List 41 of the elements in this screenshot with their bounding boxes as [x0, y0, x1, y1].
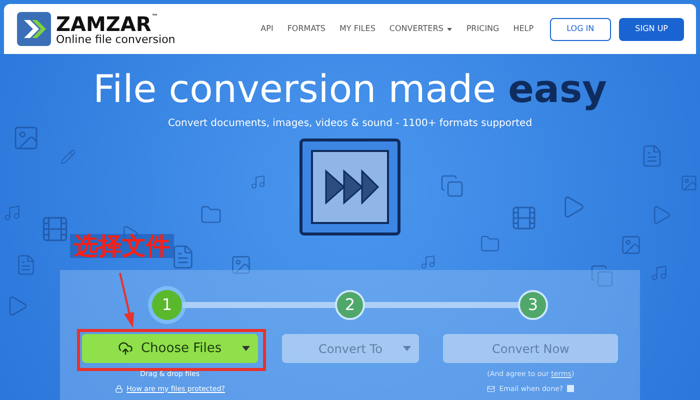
doodle-icon [60, 149, 76, 165]
logo-icon [16, 11, 52, 47]
choose-files-button[interactable]: Choose Files [82, 334, 258, 363]
step-marker: 3 [518, 290, 548, 320]
doodle-icon [40, 214, 70, 244]
doodle-icon [480, 234, 500, 254]
doodle-icon [250, 174, 266, 190]
logo-tagline: Online file conversion [56, 34, 176, 44]
caret-icon [242, 346, 250, 351]
doodle-icon [420, 254, 436, 270]
nav-link[interactable]: HELP [513, 23, 534, 35]
annotation-label: 选择文件 [70, 234, 174, 258]
doodle-icon [230, 254, 252, 276]
nav-link[interactable]: MY FILES [340, 23, 376, 35]
log-in-button[interactable]: LOG IN [550, 18, 612, 40]
sign-up-button[interactable]: SIGN UP [619, 18, 684, 40]
nav-link[interactable]: CONVERTERS [389, 23, 452, 35]
upload-icon [118, 341, 133, 356]
logo-wordmark: ZAMZAR [56, 14, 152, 34]
hero-subtitle: Convert documents, images, videos & sound - 1100+ formats supported [168, 117, 532, 131]
caret-icon [403, 346, 412, 351]
lock-icon [114, 384, 123, 393]
step-marker: 1 [152, 290, 182, 320]
nav-link[interactable]: FORMATS [287, 23, 326, 35]
nav-link[interactable]: PRICING [466, 23, 500, 35]
doodle-icon [15, 254, 37, 276]
caret-icon [447, 28, 452, 30]
doodle-icon [590, 264, 614, 288]
doodle-icon [620, 234, 642, 256]
doodle-icon [3, 204, 21, 222]
mail-icon [487, 384, 496, 393]
doodle-icon [680, 174, 698, 192]
doodle-icon [200, 204, 222, 226]
step-marker: 2 [335, 290, 365, 320]
email-checkbox[interactable] [567, 385, 574, 392]
hero-title: File conversion made easy [93, 70, 607, 108]
doodle-icon [12, 124, 40, 152]
nav-link[interactable]: API [260, 23, 274, 35]
doodle-icon [510, 204, 538, 232]
doodle-icon [650, 264, 668, 282]
doodle-icon [440, 174, 464, 198]
